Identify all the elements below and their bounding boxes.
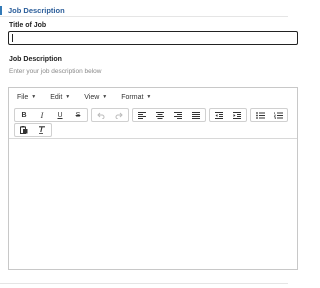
strikethrough-icon: S [75,111,81,119]
clear-format-button[interactable] [33,124,51,136]
chevron-down-icon: ▼ [65,94,71,100]
underline-icon: U [57,111,63,119]
bullet-list-icon [255,111,265,119]
align-right-button[interactable] [169,109,187,121]
editor-menubar: File ▼ Edit ▼ View ▼ Format ▼ [9,88,297,106]
clipboard-group [14,123,52,137]
align-right-icon [174,111,182,119]
editor-toolbar: B I U S [14,108,297,138]
italic-icon: I [40,110,44,120]
justify-button[interactable] [187,109,205,121]
chevron-down-icon: ▼ [146,94,152,100]
indent-icon [233,111,241,119]
menu-view[interactable]: View ▼ [84,94,107,101]
toolbar-row-1: B I U S [14,108,297,122]
bold-icon: B [21,111,27,119]
outdent-icon [215,111,223,119]
align-left-icon [138,111,146,119]
redo-icon [115,112,123,119]
job-description-help: Enter your job description below [9,68,102,75]
paste-icon [20,126,28,134]
align-left-button[interactable] [133,109,151,121]
align-center-icon [156,111,164,119]
bold-button[interactable]: B [15,109,33,121]
redo-button[interactable] [110,109,128,121]
align-group [132,108,206,122]
job-description-label: Job Description [9,56,62,63]
toolbar-row-2 [14,123,297,137]
section-accent-bar [0,5,2,15]
strikethrough-button[interactable]: S [69,109,87,121]
menu-format[interactable]: Format ▼ [121,94,151,101]
title-of-job-label: Title of Job [9,22,47,29]
underline-button[interactable]: U [51,109,69,121]
section-title: Job Description [8,5,65,15]
outdent-button[interactable] [210,109,228,121]
editor-content-area[interactable] [9,138,297,269]
numbered-list-button[interactable] [269,109,287,121]
text-cursor [12,34,13,42]
menu-format-label: Format [121,93,144,101]
numbered-list-icon [273,111,283,119]
justify-icon [192,111,200,119]
rich-text-editor: File ▼ Edit ▼ View ▼ Format ▼ B I U S [8,87,298,270]
section-divider [0,16,288,17]
indent-button[interactable] [228,109,246,121]
chevron-down-icon: ▼ [31,94,37,100]
undo-button[interactable] [92,109,110,121]
paste-button[interactable] [15,124,33,136]
menu-file-label: File [17,93,29,101]
menu-edit[interactable]: Edit ▼ [50,94,70,101]
section-header: Job Description [0,4,65,16]
clear-format-icon [39,126,45,134]
italic-button[interactable]: I [33,109,51,121]
undo-icon [97,112,105,119]
align-center-button[interactable] [151,109,169,121]
menu-file[interactable]: File ▼ [17,94,36,101]
format-group: B I U S [14,108,88,122]
history-group [91,108,129,122]
list-group [250,108,288,122]
menu-edit-label: Edit [50,93,63,101]
bullet-list-button[interactable] [251,109,269,121]
title-of-job-input[interactable] [8,31,298,45]
bottom-divider [0,283,288,284]
indent-group [209,108,247,122]
chevron-down-icon: ▼ [102,94,108,100]
menu-view-label: View [84,93,100,101]
